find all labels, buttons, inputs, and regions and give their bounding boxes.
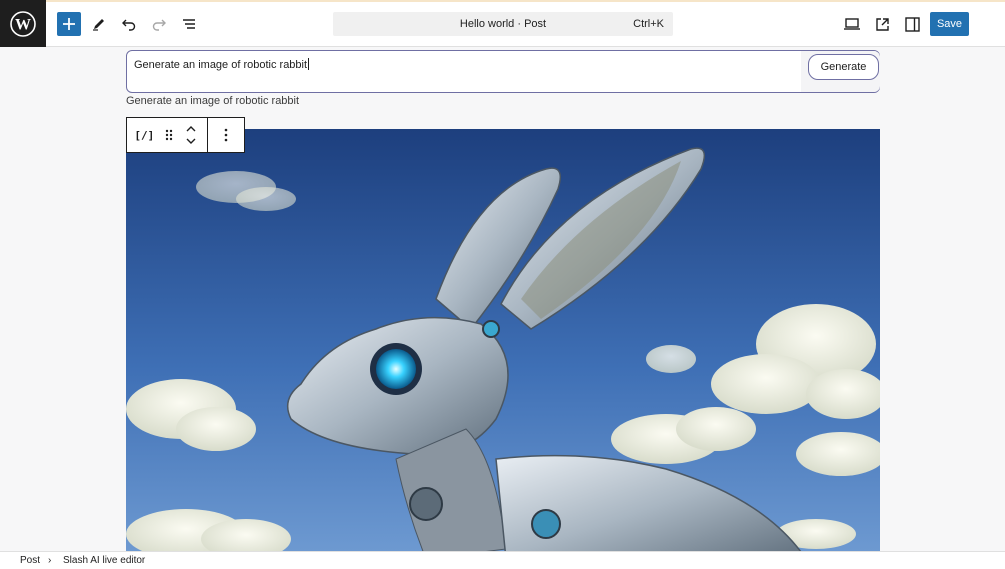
- sidebar-icon: [904, 16, 920, 32]
- breadcrumb-separator-icon: ›: [48, 555, 52, 566]
- command-shortcut: Ctrl+K: [633, 18, 664, 30]
- svg-text:W: W: [15, 16, 31, 33]
- command-palette-bar[interactable]: Hello world · Post Ctrl+K: [333, 12, 673, 36]
- generate-button[interactable]: Generate: [808, 54, 879, 80]
- more-options-button[interactable]: [208, 118, 244, 152]
- pen-icon: [93, 19, 104, 31]
- document-title: Hello world · Post: [459, 18, 547, 30]
- generate-button-area: Generate: [801, 51, 880, 92]
- generated-image[interactable]: [126, 129, 880, 551]
- list-view-icon: [183, 19, 195, 29]
- block-type-icon: [/]: [134, 128, 155, 142]
- list-view-button[interactable]: [177, 12, 201, 36]
- block-toolbar: [/]: [126, 117, 245, 153]
- chevron-up-icon[interactable]: [185, 125, 197, 133]
- edit-tool-button[interactable]: [87, 12, 111, 36]
- move-buttons: [176, 118, 208, 152]
- editor-canvas: Generate an image of robotic rabbit Gene…: [0, 47, 1005, 551]
- external-link-icon: [875, 17, 889, 31]
- prompt-caption: Generate an image of robotic rabbit: [126, 95, 300, 107]
- wordpress-logo-icon[interactable]: W: [0, 0, 46, 47]
- drag-handle[interactable]: [162, 118, 176, 152]
- desktop-icon: [844, 18, 860, 30]
- add-block-button[interactable]: [57, 12, 81, 36]
- admin-accent-line: [0, 0, 1005, 2]
- redo-icon: [152, 19, 166, 31]
- save-button[interactable]: Save: [930, 12, 969, 36]
- prompt-input[interactable]: Generate an image of robotic rabbit: [134, 58, 310, 71]
- redo-button[interactable]: [147, 12, 171, 36]
- text-caret: [308, 58, 310, 70]
- top-toolbar: W Hello world · Post Ctrl+K Save: [0, 0, 1005, 47]
- breadcrumb-item-post[interactable]: Post: [20, 555, 40, 566]
- prompt-input-container: Generate an image of robotic rabbit Gene…: [126, 50, 880, 93]
- drag-handle-icon: [165, 129, 172, 141]
- view-post-button[interactable]: [870, 12, 894, 36]
- prompt-input-value: Generate an image of robotic rabbit: [134, 59, 308, 71]
- settings-button[interactable]: [900, 12, 924, 36]
- breadcrumb-item-block[interactable]: Slash AI live editor: [63, 555, 145, 566]
- plus-icon: [63, 18, 75, 30]
- undo-icon: [122, 19, 136, 31]
- undo-button[interactable]: [117, 12, 141, 36]
- breadcrumb: Post › Slash AI live editor: [0, 551, 1005, 569]
- chevron-down-icon[interactable]: [185, 137, 197, 145]
- more-vertical-icon: [224, 128, 228, 142]
- block-type-button[interactable]: [/]: [127, 118, 162, 152]
- preview-button[interactable]: [840, 12, 864, 36]
